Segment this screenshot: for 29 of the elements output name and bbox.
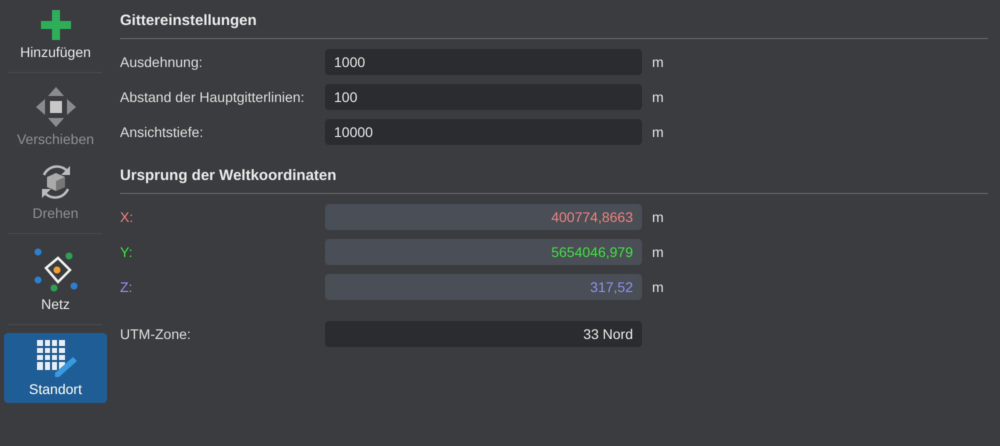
sidebar-tool[interactable]: Standort xyxy=(4,333,107,403)
unit-label: m xyxy=(652,244,664,260)
grid-pencil-icon xyxy=(34,339,76,377)
unit-label: m xyxy=(652,209,664,225)
readonly-field: 5654046,979 xyxy=(325,239,642,265)
sidebar-tool[interactable]: Netz xyxy=(4,242,107,318)
readonly-field: 317,52 xyxy=(325,274,642,300)
unit-label: m xyxy=(652,89,664,105)
move-arrows-icon xyxy=(36,87,76,127)
unit-label: m xyxy=(652,124,664,140)
section-heading: Ursprung der Weltkoordinaten xyxy=(120,167,988,194)
plus-icon xyxy=(40,10,70,40)
field-label: UTM-Zone: xyxy=(120,326,192,342)
input-field[interactable]: 100 xyxy=(325,84,642,110)
field-label: Ausdehnung: xyxy=(120,54,204,70)
sidebar-tool[interactable]: Hinzufügen xyxy=(4,4,107,66)
field-label: Z: xyxy=(120,279,134,295)
unit-label: m xyxy=(652,279,664,295)
section-heading: Gittereinstellungen xyxy=(120,12,988,39)
input-field[interactable]: 1000 xyxy=(325,49,642,75)
field-label: Y: xyxy=(120,244,134,260)
field-label: Abstand der Hauptgitterlinien: xyxy=(120,89,306,105)
input-field[interactable]: 10000 xyxy=(325,119,642,145)
input-field[interactable]: 33 Nord xyxy=(325,321,642,347)
field-label: Ansichtstiefe: xyxy=(120,124,204,140)
readonly-field: 400774,8663 xyxy=(325,204,642,230)
field-label: X: xyxy=(120,209,134,225)
unit-label: m xyxy=(652,54,664,70)
mesh-icon xyxy=(34,248,78,292)
